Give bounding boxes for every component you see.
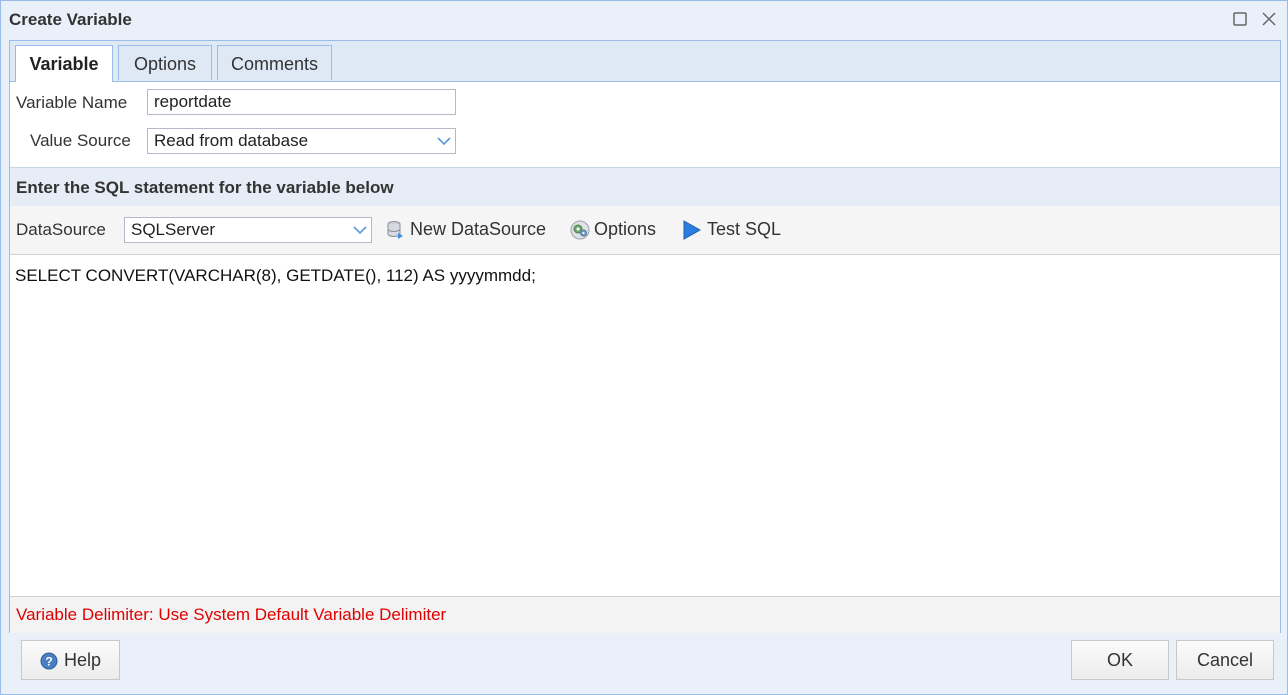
test-sql-label: Test SQL <box>707 219 782 239</box>
sql-section-heading: Enter the SQL statement for the variable… <box>16 178 394 197</box>
new-datasource-button[interactable]: New DataSource <box>386 218 556 242</box>
help-icon: ? <box>40 652 58 670</box>
gears-icon <box>570 220 590 240</box>
value-source-selected: Read from database <box>154 131 309 150</box>
svg-text:?: ? <box>45 655 52 669</box>
sql-toolbar: DataSource SQLServer New DataSource Opti… <box>10 206 1280 255</box>
datasource-label: DataSource <box>16 220 106 239</box>
options-label: Options <box>594 219 657 239</box>
ok-button[interactable]: OK <box>1071 640 1169 680</box>
dialog-title: Create Variable <box>9 10 132 29</box>
chevron-down-icon[interactable] <box>353 223 367 237</box>
options-button[interactable]: Options <box>570 218 670 242</box>
value-source-label: Value Source <box>30 131 131 150</box>
maximize-icon[interactable] <box>1232 11 1248 27</box>
variable-name-field[interactable]: reportdate <box>147 89 456 115</box>
tab-comments[interactable]: Comments <box>217 45 332 80</box>
database-icon <box>387 221 403 239</box>
value-source-select[interactable]: Read from database <box>147 128 456 154</box>
help-button[interactable]: ? Help <box>21 640 120 680</box>
sql-editor[interactable]: SELECT CONVERT(VARCHAR(8), GETDATE(), 11… <box>10 255 1280 595</box>
datasource-selected: SQLServer <box>131 220 216 239</box>
sql-section-header: Enter the SQL statement for the variable… <box>10 167 1280 207</box>
tab-variable[interactable]: Variable <box>15 45 113 82</box>
tab-options[interactable]: Options <box>118 45 212 80</box>
help-label: Help <box>64 650 102 670</box>
create-variable-dialog: Create Variable Variable Options Comment… <box>0 0 1288 695</box>
test-sql-button[interactable]: Test SQL <box>683 218 783 242</box>
title-bar[interactable]: Create Variable <box>1 1 1287 39</box>
close-icon[interactable] <box>1261 11 1277 27</box>
cancel-button[interactable]: Cancel <box>1176 640 1274 680</box>
main-panel: Variable Options Comments Variable Name … <box>9 40 1281 633</box>
delimiter-text: Variable Delimiter: Use System Default V… <box>16 605 447 624</box>
tab-strip: Variable Options Comments <box>10 41 1280 82</box>
datasource-select[interactable]: SQLServer <box>124 217 372 243</box>
chevron-down-icon[interactable] <box>437 134 451 148</box>
delimiter-bar: Variable Delimiter: Use System Default V… <box>10 596 1280 633</box>
play-icon <box>683 220 701 240</box>
sql-text: SELECT CONVERT(VARCHAR(8), GETDATE(), 11… <box>15 266 536 285</box>
variable-name-label: Variable Name <box>16 93 128 112</box>
new-datasource-label: New DataSource <box>410 219 547 239</box>
